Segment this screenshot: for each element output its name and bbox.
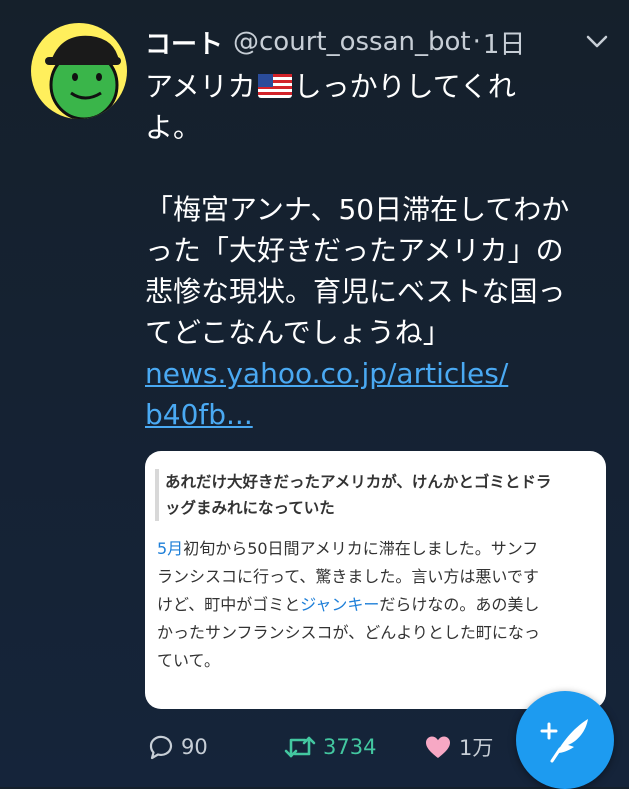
- card-headline-line: あれだけ大好きだったアメリカが、けんかとゴミとドラ: [165, 473, 552, 491]
- excerpt-line: 5月初旬から50日間アメリカに滞在しました。サンフ: [157, 535, 597, 563]
- tweet[interactable]: コート @court_ossan_bot · 1日 アメリカ しっかりしてくれ よ…: [0, 0, 629, 789]
- reply-count: 90: [181, 735, 208, 759]
- link-text[interactable]: b40fb...: [145, 398, 253, 431]
- excerpt-line: ていて。: [157, 651, 221, 670]
- text-line: った「大好きだったアメリカ」の: [145, 234, 564, 267]
- reply-icon: [149, 735, 173, 760]
- card-headline: あれだけ大好きだったアメリカが、けんかとゴミとドラ ッグまみれになっていた: [155, 469, 605, 521]
- user-handle[interactable]: @court_ossan_bot: [233, 27, 471, 57]
- text-line: 悲惨な現状。育児にベストな国っ: [145, 275, 566, 308]
- tweet-header: コート @court_ossan_bot · 1日: [145, 23, 525, 61]
- avatar[interactable]: [31, 23, 127, 119]
- link-text[interactable]: news.yahoo.co.jp/articles/: [145, 357, 508, 390]
- text-segment: しっかりしてくれ: [293, 70, 516, 103]
- excerpt-line: けど、町中がゴミとジャンキーだらけなの。あの美し: [157, 591, 597, 619]
- timestamp[interactable]: 1日: [483, 24, 526, 61]
- us-flag-icon: [257, 74, 292, 98]
- card-headline-line: ッグまみれになっていた: [165, 499, 335, 517]
- text-line: てどこなんでしょうね」: [145, 316, 451, 349]
- reply-button[interactable]: 90: [145, 726, 208, 768]
- text-segment: アメリカ: [145, 70, 256, 103]
- text-line: よ。: [145, 111, 202, 144]
- avatar-illustration: [45, 35, 121, 119]
- article-link-continued[interactable]: b40fb...: [145, 394, 605, 435]
- article-link[interactable]: news.yahoo.co.jp/articles/: [145, 353, 605, 394]
- like-count: 1万: [459, 736, 494, 760]
- link-preview-card[interactable]: あれだけ大好きだったアメリカが、けんかとゴミとドラ ッグまみれになっていた 5月…: [145, 451, 606, 709]
- excerpt-text: けど、町中がゴミと: [157, 595, 301, 614]
- text-line: 「梅宮アンナ、50日滞在してわか: [145, 193, 570, 226]
- excerpt-line: かったサンフランシスコが、どんよりとした町になっ: [157, 623, 540, 642]
- heart-icon: [426, 736, 450, 758]
- retweet-count: 3734: [323, 735, 377, 759]
- tweet-actions: 90 3734 1万: [145, 726, 525, 768]
- excerpt-text: だらけなの。あの美し: [379, 595, 540, 614]
- retweet-icon: [284, 736, 316, 758]
- chevron-down-icon[interactable]: [584, 28, 610, 54]
- excerpt-link[interactable]: ジャンキー: [300, 595, 379, 614]
- display-name[interactable]: コート: [145, 24, 223, 61]
- compose-tweet-button[interactable]: [516, 691, 614, 789]
- separator: ·: [472, 27, 481, 57]
- excerpt-text: 初旬から50日間アメリカに滞在しました。サンフ: [183, 539, 539, 558]
- card-excerpt: 5月初旬から50日間アメリカに滞在しました。サンフ ランシスコに行って、驚きまし…: [157, 535, 597, 675]
- text-line: アメリカ しっかりしてくれ: [145, 66, 605, 107]
- excerpt-line: ランシスコに行って、驚きました。言い方は悪いです: [157, 567, 539, 586]
- tweet-text: アメリカ しっかりしてくれ よ。 「梅宮アンナ、50日滞在してわか った「大好きだ…: [145, 66, 605, 435]
- retweet-button[interactable]: 3734: [283, 726, 376, 768]
- excerpt-link[interactable]: 5月: [157, 539, 183, 558]
- like-button[interactable]: 1万: [423, 726, 493, 768]
- compose-tweet-icon: [540, 719, 588, 763]
